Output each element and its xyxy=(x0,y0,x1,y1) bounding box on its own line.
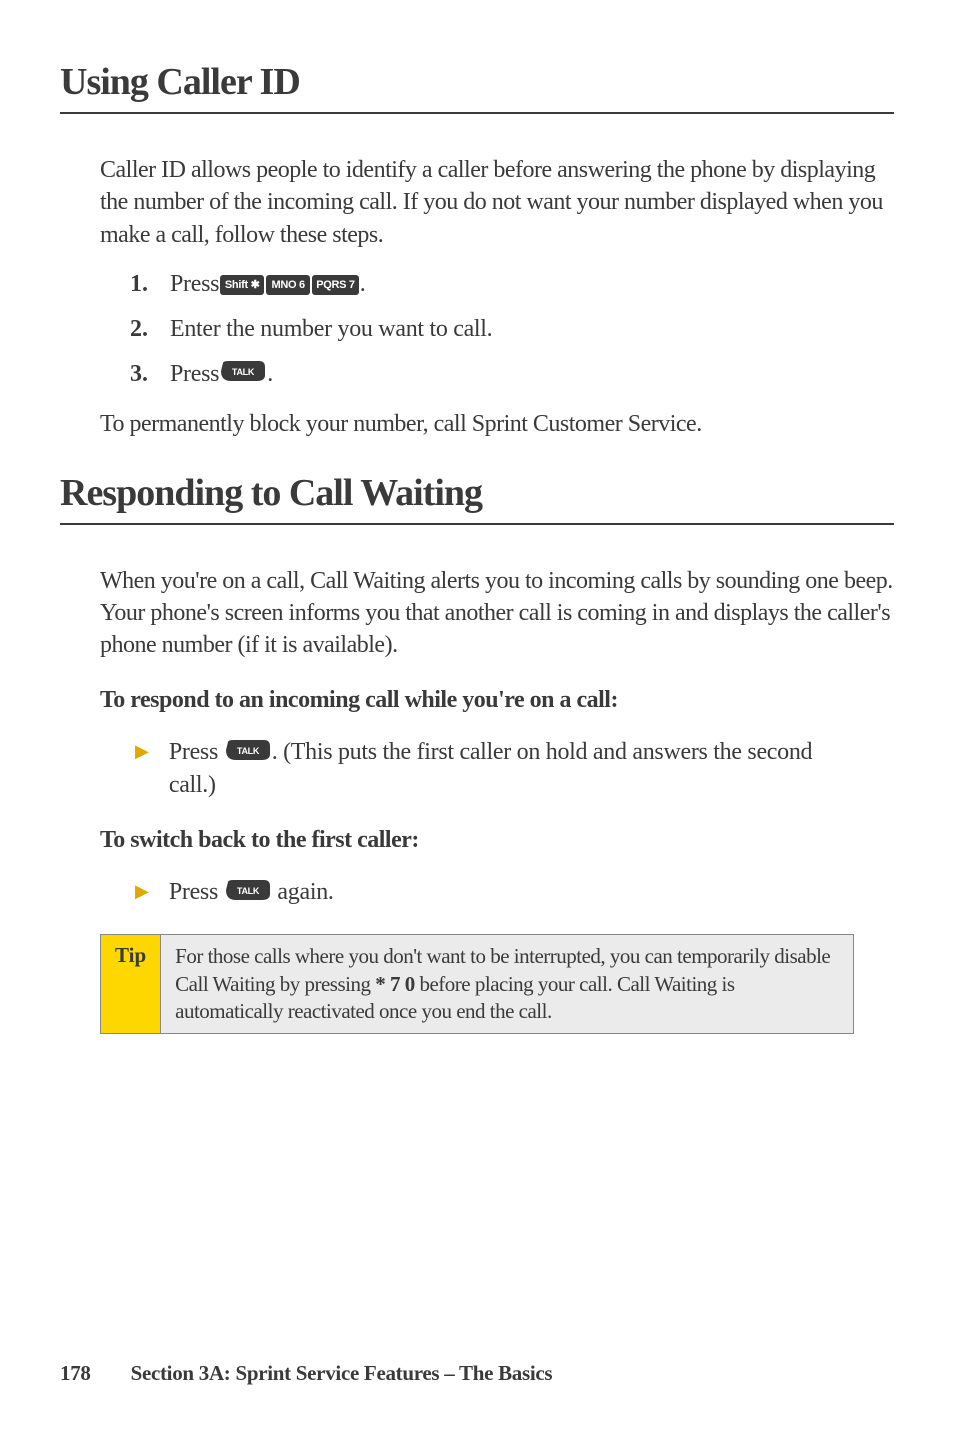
talk-key-icon xyxy=(226,877,270,909)
talk-key-icon xyxy=(221,361,265,388)
bullet-triangle-icon: ▶ xyxy=(135,741,149,762)
pqrs-7-key-icon: PQRS 7 xyxy=(312,275,359,295)
step-2: 2. Enter the number you want to call. xyxy=(130,316,894,343)
step-text: Press Shift ✱ MNO 6 PQRS 7 . xyxy=(170,271,365,298)
bullet-text: Press again. xyxy=(169,876,334,910)
step-prefix: Press xyxy=(170,361,219,388)
caller-id-outro: To permanently block your number, call S… xyxy=(100,408,894,440)
bullet-prefix: Press xyxy=(169,739,224,765)
steps-list: 1. Press Shift ✱ MNO 6 PQRS 7 . 2. Enter… xyxy=(130,271,894,388)
step-prefix: Press xyxy=(170,271,219,298)
tip-box: Tip For those calls where you don't want… xyxy=(100,934,854,1034)
step-suffix: . xyxy=(360,271,366,298)
bullet-respond: ▶ Press . (This puts the first caller on… xyxy=(135,736,864,802)
step-text: Press . xyxy=(170,361,273,388)
talk-key-icon xyxy=(226,737,270,769)
bullet-switch: ▶ Press again. xyxy=(135,876,864,910)
step-text: Enter the number you want to call. xyxy=(170,316,492,343)
tip-code: * 7 0 xyxy=(375,972,415,996)
step-suffix: . xyxy=(267,361,273,388)
bullet-suffix: again. xyxy=(272,879,334,905)
page-number: 178 xyxy=(60,1361,91,1385)
step-3: 3. Press . xyxy=(130,361,894,388)
bullet-text: Press . (This puts the first caller on h… xyxy=(169,736,864,802)
step-number: 3. xyxy=(130,361,170,388)
tip-label: Tip xyxy=(101,935,161,1033)
caller-id-intro: Caller ID allows people to identify a ca… xyxy=(100,154,894,251)
tip-content: For those calls where you don't want to … xyxy=(161,935,853,1033)
subheading-respond: To respond to an incoming call while you… xyxy=(100,687,894,714)
step-1: 1. Press Shift ✱ MNO 6 PQRS 7 . xyxy=(130,271,894,298)
section-heading-call-waiting: Responding to Call Waiting xyxy=(60,471,894,525)
bullet-prefix: Press xyxy=(169,879,224,905)
subheading-switch: To switch back to the first caller: xyxy=(100,827,894,854)
section-heading-caller-id: Using Caller ID xyxy=(60,60,894,114)
call-waiting-intro: When you're on a call, Call Waiting aler… xyxy=(100,565,894,662)
step-number: 1. xyxy=(130,271,170,298)
shift-star-key-icon: Shift ✱ xyxy=(220,275,264,295)
mno-6-key-icon: MNO 6 xyxy=(266,275,310,295)
footer-section-title: Section 3A: Sprint Service Features – Th… xyxy=(131,1361,553,1385)
step-number: 2. xyxy=(130,316,170,343)
page-footer: 178 Section 3A: Sprint Service Features … xyxy=(60,1361,552,1386)
bullet-triangle-icon: ▶ xyxy=(135,881,149,902)
